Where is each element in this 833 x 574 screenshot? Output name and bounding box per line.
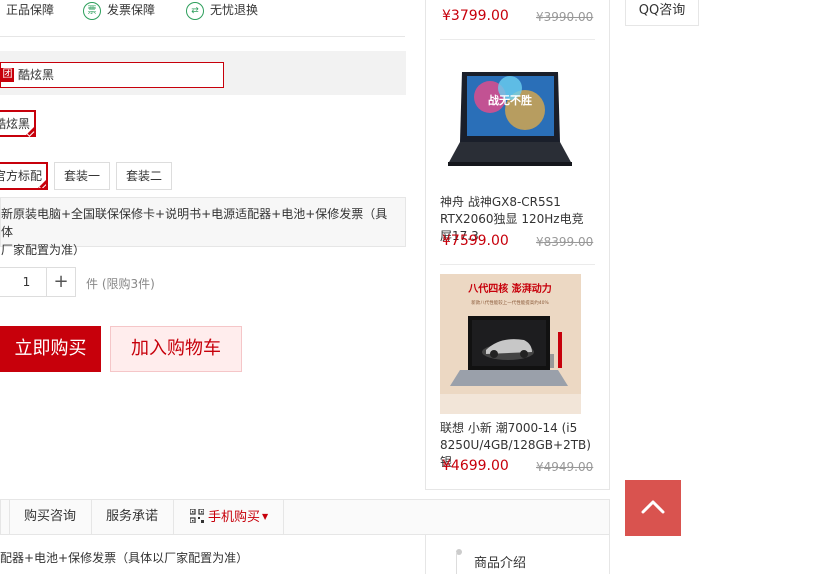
rec-old-price-wrap: ¥8399.00 (536, 235, 593, 249)
check-icon (38, 182, 46, 188)
guarantee-invoice: 票发票保障 (83, 0, 155, 20)
rec-old-price: ¥3990.00 (536, 10, 594, 24)
chevron-up-icon (641, 500, 665, 514)
tab-divider (283, 500, 284, 534)
guarantee-genuine: 正品保障 (6, 0, 54, 20)
tab-mobile-buy-label: 手机购买 (208, 510, 261, 525)
laptop-image: 战无不胜 (448, 72, 572, 166)
plus-icon: + (53, 271, 69, 292)
guarantee-exchange-label: 无忧退换 (210, 3, 259, 17)
add-to-cart-button[interactable]: 加入购物车 (110, 326, 242, 372)
nav-line (456, 552, 457, 574)
rec-old-price-wrap: ¥4949.00 (536, 460, 593, 474)
ad-subline: 新款八代性能较上一代性能提高约40% (471, 299, 549, 306)
exchange-icon: ⇄ (186, 1, 204, 20)
group-buy-tag: 团 (1, 68, 14, 82)
package-option-set-1[interactable]: 套装一 (54, 162, 110, 190)
rec-old-price-wrap: ¥3990.00 (536, 10, 593, 24)
recommendations-column: ¥3799.00 ¥3990.00 战无不胜 神舟 战神GX8-CR5S1 RT… (425, 0, 610, 490)
divider (440, 39, 595, 40)
tab-divider (91, 500, 92, 534)
quantity-limit: 件 (限购3件) (86, 275, 155, 292)
divider (440, 264, 595, 265)
laptop-screen-text: 战无不胜 (488, 93, 532, 107)
package-option-set-2[interactable]: 套装二 (116, 162, 172, 190)
back-to-top-button[interactable] (625, 480, 681, 536)
guarantee-invoice-label: 发票保障 (107, 3, 156, 17)
package-option-label: 官方标配 (0, 169, 42, 183)
caret-down-icon: ▼ (262, 512, 269, 521)
detail-text: 配器+电池+保修发票（具体以厂家配置为准） (0, 551, 249, 565)
package-option-label: 套装二 (125, 169, 162, 183)
rec-old-price: ¥4949.00 (536, 460, 594, 474)
tab-divider (9, 500, 10, 534)
rec-price-wrap: ¥4699.00 (442, 458, 509, 474)
package-description: 新原装电脑+全国联保保修卡+说明书+电源适配器+电池+保修发票（具体 厂家配置为… (0, 197, 406, 257)
rec-old-price: ¥8399.00 (536, 235, 594, 249)
package-description-line: 厂家配置为准） (1, 243, 86, 257)
invoice-icon: 票 (83, 1, 101, 20)
tab-divider (173, 500, 174, 534)
rec-price: ¥7599.00 (442, 233, 509, 249)
ad-headline: 八代四核 澎湃动力 (467, 282, 551, 295)
rec-price-wrap: ¥7599.00 (442, 233, 509, 249)
quantity-plus-button[interactable]: + (46, 267, 76, 297)
qq-consult-button[interactable]: QQ咨询 (625, 0, 699, 26)
rec-product-image[interactable]: 战无不胜 (440, 52, 580, 187)
quantity-value: 1 (22, 275, 31, 289)
rec-product-image[interactable]: 八代四核 澎湃动力 新款八代性能较上一代性能提高约40% (440, 274, 581, 414)
service-guarantees: 正品保障 票发票保障 ⇄ 无忧退换 (0, 0, 405, 37)
tab-purchase-consult[interactable]: 购买咨询 (24, 500, 76, 534)
tab-mobile-buy[interactable]: 手机购买 ▼ (189, 500, 269, 534)
detail-tab-bar: 购买咨询 服务承诺 手机购买 ▼ (0, 499, 610, 535)
check-icon (26, 129, 35, 137)
buy-now-button[interactable]: 立即购买 (0, 326, 101, 372)
package-description-line: 新原装电脑+全国联保保修卡+说明书+电源适配器+电池+保修发票（具体 (1, 207, 388, 239)
color-option-label: 酷炫黑 (0, 117, 30, 131)
quantity-input[interactable]: 1 (7, 267, 47, 297)
color-option-selected[interactable]: 酷炫黑 (0, 110, 36, 137)
quantity-limit-text: (限购3件) (101, 277, 155, 291)
qr-code-icon (189, 508, 205, 524)
product-side-nav: 商品介绍 (425, 535, 610, 574)
package-option-standard[interactable]: 官方标配 (0, 162, 48, 190)
rec-price: ¥4699.00 (442, 458, 509, 474)
package-option-label: 套装一 (63, 169, 100, 183)
side-nav-product-intro[interactable]: 商品介绍 (474, 552, 526, 571)
promo-text: 酷炫黑 (18, 68, 55, 82)
tab-service-promise[interactable]: 服务承诺 (106, 500, 158, 534)
lenovo-ad-image: 八代四核 澎湃动力 新款八代性能较上一代性能提高约40% (440, 274, 581, 414)
quantity-unit: 件 (86, 277, 99, 291)
guarantee-exchange: ⇄ 无忧退换 (186, 0, 258, 20)
rec-item-price-row: ¥3799.00 (442, 8, 509, 24)
rec-price: ¥3799.00 (442, 8, 509, 24)
guarantee-genuine-label: 正品保障 (6, 3, 55, 17)
group-buy-promo[interactable]: 团 酷炫黑 (0, 62, 224, 88)
